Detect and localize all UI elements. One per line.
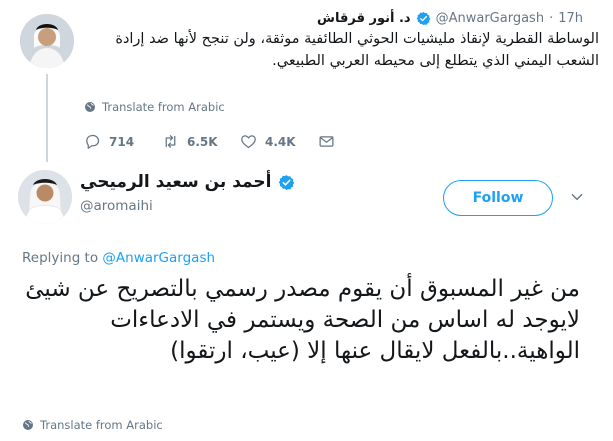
like-count: 4.4K [265,134,296,149]
main-display-name[interactable]: أحمد بن سعيد الرميحي [80,172,272,192]
parent-tweet-header: د. أنور قرقاش @AnwarGargash · 17h [317,8,583,28]
replying-to-line: Replying to @AnwarGargash [22,250,215,266]
verified-badge-icon [416,11,430,25]
heart-icon [241,135,256,149]
separator-dot: · [549,10,554,26]
avatar-image [20,14,74,68]
envelope-icon [319,136,334,147]
main-tweet-text: من غير المسبوق أن يقوم مصدر رسمي بالتصري… [25,276,580,364]
parent-tweet-text: الوساطة القطرية لإنقاذ مليشيات الحوثي ال… [115,31,599,69]
replying-to-label: Replying to [22,250,99,266]
parent-display-name[interactable]: د. أنور قرقاش [317,11,411,26]
reply-icon [86,134,100,149]
parent-timestamp[interactable]: 17h [558,11,583,26]
globe-icon [23,420,33,430]
dm-button[interactable] [318,133,335,150]
reply-button[interactable]: 714 [84,133,162,150]
main-avatar[interactable] [18,170,72,224]
main-translate-label: Translate from Arabic [40,418,163,432]
verified-badge-icon [278,174,294,190]
follow-button[interactable]: Follow [443,180,553,216]
retweet-button[interactable]: 6.5K [162,133,240,150]
parent-avatar[interactable] [20,14,74,68]
replying-to-mention[interactable]: @AnwarGargash [102,250,215,266]
like-button[interactable]: 4.4K [240,133,318,150]
parent-translate-link[interactable]: Translate from Arabic [84,100,225,114]
parent-action-bar: 714 6.5K 4.4K [84,133,344,150]
retweet-icon [165,135,176,148]
parent-tweet: د. أنور قرقاش @AnwarGargash · 17h الوساط… [0,0,613,162]
reply-count: 714 [109,134,135,149]
avatar-image [18,170,72,224]
thread-connector-line [46,74,48,162]
main-handle[interactable]: @aromaihi [80,198,153,214]
globe-icon [85,102,95,112]
parent-handle[interactable]: @AnwarGargash [436,11,544,26]
main-translate-link[interactable]: Translate from Arabic [22,418,163,432]
parent-translate-label: Translate from Arabic [102,100,225,114]
retweet-count: 6.5K [187,134,218,149]
chevron-down-icon[interactable] [570,190,584,204]
main-name-row: أحمد بن سعيد الرميحي [80,172,295,192]
